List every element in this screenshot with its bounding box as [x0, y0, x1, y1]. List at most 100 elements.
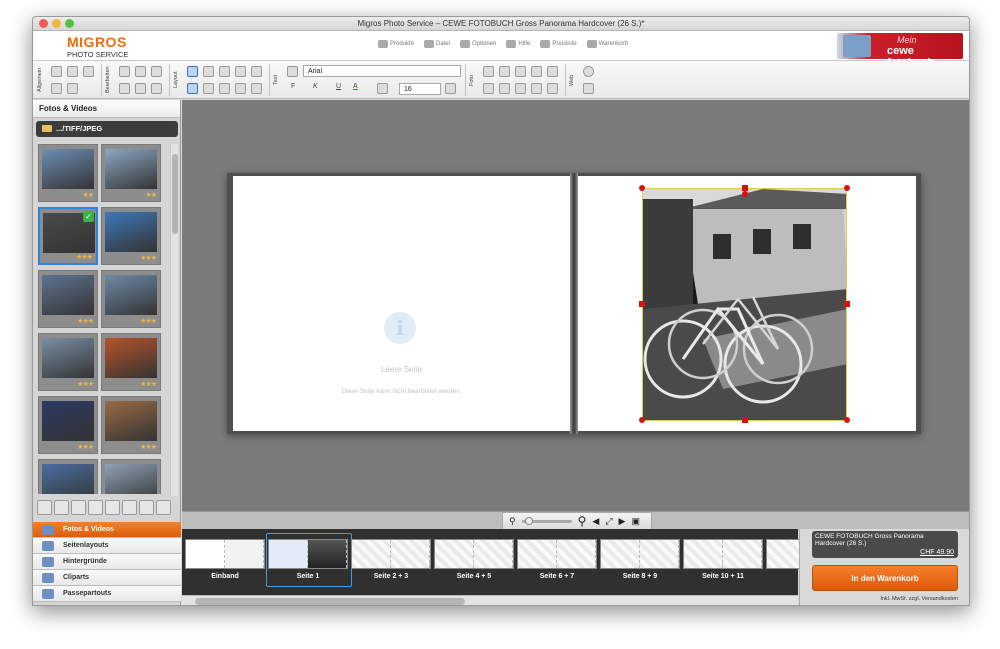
mirror-icon[interactable] [203, 83, 214, 94]
folder-selector[interactable]: .../TIFF/JPEG [36, 121, 178, 137]
print-icon[interactable] [83, 66, 94, 77]
photo-frame-icon[interactable] [515, 83, 526, 94]
photo-thumbnail[interactable]: ★★★ [38, 396, 98, 454]
photo-thumbnail[interactable]: ★★ [101, 144, 161, 202]
film-icon[interactable] [156, 500, 171, 515]
rotate-handle[interactable] [742, 191, 748, 197]
photo-insert-icon[interactable] [483, 66, 494, 77]
folder-add-icon[interactable] [139, 500, 154, 515]
align-icon[interactable] [219, 66, 230, 77]
underline-button[interactable]: U [336, 83, 341, 90]
add-to-cart-button[interactable]: In den Warenkorb [812, 565, 958, 591]
resize-handle-r[interactable] [844, 301, 850, 307]
photo-thumbnail[interactable] [101, 459, 161, 494]
paste-icon[interactable] [151, 83, 162, 94]
new-icon[interactable] [51, 83, 62, 94]
photo-crop-icon[interactable] [515, 66, 526, 77]
zoom-out-thumbs-icon[interactable] [37, 500, 52, 515]
cewe-banner[interactable]: Mein cewe fotobuch [837, 33, 963, 69]
resize-handle-tl[interactable] [639, 185, 645, 191]
page-thumbnail[interactable]: Seite 2 + 3 [351, 537, 431, 583]
menu-optionen[interactable]: Optionen [460, 40, 496, 48]
photo-check-icon[interactable] [547, 66, 558, 77]
zoom-in-thumbs-icon[interactable] [54, 500, 69, 515]
photo-thumbnail[interactable]: ★★ [38, 144, 98, 202]
page-strip-scroll-thumb[interactable] [195, 598, 465, 605]
font-size-select[interactable]: 16 [399, 83, 441, 95]
sidebar-nav-item[interactable]: Hintergründe [33, 554, 181, 570]
photo-rotate-icon[interactable] [499, 83, 510, 94]
resize-handle-tr[interactable] [844, 185, 850, 191]
select-tool-icon[interactable] [187, 66, 198, 77]
photo-thumbnail[interactable]: ★★★ [101, 270, 161, 328]
page-thumbnail[interactable]: Seite 4 + 5 [434, 537, 514, 583]
view-medium-icon[interactable] [88, 500, 103, 515]
undo-icon[interactable] [119, 66, 130, 77]
page-thumbnail[interactable]: Seite 10 + 11 [683, 537, 763, 583]
delete-icon[interactable] [151, 66, 162, 77]
photo-fx-icon[interactable] [499, 66, 510, 77]
photo-thumbnail[interactable]: ★★★ [38, 270, 98, 328]
photo-save-icon[interactable] [531, 66, 542, 77]
resize-handle-b[interactable] [742, 417, 748, 423]
photo-border-icon[interactable] [531, 83, 542, 94]
menu-hilfe[interactable]: Hilfe [506, 40, 530, 48]
settings-icon[interactable] [67, 83, 78, 94]
prev-page-icon[interactable]: ◀ [592, 516, 599, 527]
text-more-icon[interactable] [445, 83, 456, 94]
view-small-icon[interactable] [71, 500, 86, 515]
sidebar-nav-item[interactable]: Fotos & Videos [33, 522, 181, 538]
placed-photo[interactable] [642, 188, 847, 421]
sidebar-nav-item[interactable]: Seitenlayouts [33, 538, 181, 554]
resize-handle-br[interactable] [844, 417, 850, 423]
page-thumbnail[interactable]: Einband [185, 537, 265, 583]
pan-icon[interactable]: ▣ [631, 516, 640, 527]
font-select[interactable]: Arial [303, 65, 461, 77]
menu-preisliste[interactable]: Preisliste [540, 40, 577, 48]
menu-datei[interactable]: Datei [424, 40, 450, 48]
more-layout-icon[interactable] [251, 83, 262, 94]
send-back-icon[interactable] [251, 66, 262, 77]
cut-icon[interactable] [119, 83, 130, 94]
resize-handle-bl[interactable] [639, 417, 645, 423]
photo-thumbnail[interactable]: ★★★ [101, 396, 161, 454]
web-album-icon[interactable] [583, 83, 594, 94]
minimize-button[interactable] [52, 19, 61, 28]
zoom-out-icon[interactable]: ⚲ [509, 516, 516, 527]
zoom-slider-knob[interactable] [524, 516, 533, 525]
page-thumbnail[interactable]: Seite 8 + 9 [600, 537, 680, 583]
close-button[interactable] [39, 19, 48, 28]
text-color-button[interactable]: A [353, 83, 358, 90]
sidebar-nav-item[interactable]: Passepartouts [33, 586, 181, 602]
product-price[interactable]: CHF 49.90 [920, 549, 954, 556]
photo-more-icon[interactable] [547, 83, 558, 94]
photo-thumbnail[interactable]: ★★★ [101, 207, 161, 265]
next-page-icon[interactable]: ▶ [619, 516, 626, 527]
menu-produkte[interactable]: Produkte [378, 40, 414, 48]
sidebar-nav-item[interactable]: Cliparts [33, 570, 181, 586]
photo-thumbnail[interactable]: ★★★ [38, 333, 98, 391]
photo-color-icon[interactable] [483, 83, 494, 94]
export-icon[interactable] [67, 66, 78, 77]
page-thumbnail[interactable]: Seite 6 + 7 [517, 537, 597, 583]
page-thumbnail[interactable]: Seite 1 [266, 533, 352, 587]
sidebar-scrollbar[interactable] [170, 144, 178, 496]
scroll-thumb[interactable] [172, 154, 178, 234]
group-icon[interactable] [219, 83, 230, 94]
photo-thumbnail[interactable] [38, 459, 98, 494]
arrange-icon[interactable] [203, 66, 214, 77]
fit-screen-icon[interactable]: ⤢ [605, 516, 612, 527]
ungroup-icon[interactable] [235, 83, 246, 94]
textbox-icon[interactable] [287, 66, 298, 77]
zoom-in-icon[interactable]: ⚲ [578, 514, 587, 528]
rotate-icon[interactable] [187, 83, 198, 94]
filter-icon[interactable] [122, 500, 137, 515]
menu-warenkorb[interactable]: Warenkorb [586, 40, 628, 48]
view-large-icon[interactable] [105, 500, 120, 515]
globe-icon[interactable] [583, 66, 594, 77]
bring-front-icon[interactable] [235, 66, 246, 77]
zoom-slider[interactable] [521, 516, 572, 525]
text-effect-icon[interactable] [377, 83, 388, 94]
photo-thumbnail[interactable]: ★★★ [101, 333, 161, 391]
page-strip-scrollbar[interactable] [182, 595, 798, 605]
